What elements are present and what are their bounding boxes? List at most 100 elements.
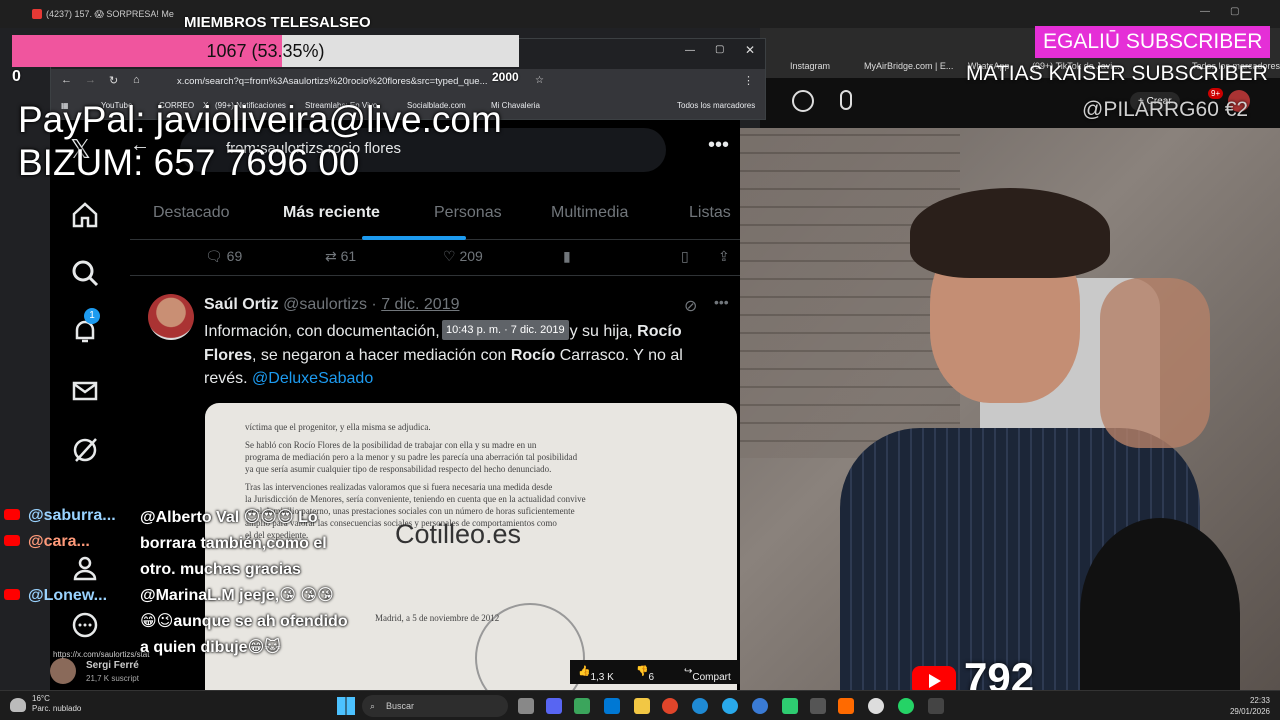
tab-personas[interactable]: Personas [434,204,502,222]
like-button[interactable]: ♡ 209 [443,248,483,265]
weather-icon [10,698,26,712]
chrome-icon[interactable] [662,698,678,714]
tab-mas-reciente[interactable]: Más reciente [283,204,380,222]
whatsapp-icon[interactable] [898,698,914,714]
notifications-icon[interactable]: 1 [70,308,100,346]
like-count: 209 [459,248,483,264]
bookmark-icon[interactable]: ▯ [681,248,689,265]
chat-usernames: @saburra... @cara... @Lonew... [0,505,130,620]
author-avatar[interactable] [148,294,194,340]
forward-icon[interactable]: → [85,74,96,86]
tab-listas[interactable]: Listas [689,204,731,222]
bizum-line: BIZUM: 657 7696 00 [18,142,360,183]
channel-avatar[interactable] [50,658,76,684]
telegram-icon[interactable] [722,698,738,714]
notification-badge: 1 [84,308,100,324]
tweet-date[interactable]: 7 dic. 2019 [381,296,459,313]
browser-icon[interactable] [752,698,768,714]
mention-link[interactable]: @DeluxeSabado [252,370,373,387]
channel-name[interactable]: Sergi Ferré [86,660,139,671]
obs-icon[interactable] [782,698,798,714]
app-icon[interactable] [810,698,826,714]
subscriber-alert: MATIAS KAISER SUBSCRIBER [966,62,1268,85]
tweet-text-part: , se negaron a hacer mediación con [252,346,511,364]
chat-username: @cara... [28,533,90,550]
chat-username: @Lonew... [28,587,108,604]
tweet-more-icon[interactable]: ••• [714,294,729,310]
video-reactions: 👍 1,3 K 👎 6 ↪ Compart [570,660,740,684]
reload-icon[interactable]: ↻ [109,74,118,87]
tweet-text-bold: Rocío [510,346,556,364]
search-placeholder: Buscar [386,701,415,711]
close-icon[interactable]: ✕ [745,43,755,57]
channel-subs: 21,7 K suscript [86,674,139,683]
microphone-icon[interactable] [840,90,852,110]
weather-widget[interactable]: 16°C Parc. nublado [32,694,81,714]
edge-icon[interactable] [692,698,708,714]
video-dislike-count: 6 [648,672,655,683]
app-icon[interactable] [928,698,944,714]
author-name[interactable]: Saúl Ortiz [204,296,279,313]
star-icon[interactable]: ☆ [535,75,544,86]
retweet-count: 61 [340,248,357,264]
menu-icon[interactable]: ⋮ [743,74,754,87]
tip-alert: @PILARRG60 €2 [1082,98,1249,121]
share-icon[interactable]: ⇪ [718,248,730,265]
search-icon[interactable] [792,90,814,112]
outlook-icon[interactable] [604,698,620,714]
app-icon[interactable] [868,698,884,714]
maximize-icon[interactable]: ▢ [715,44,724,55]
weather-desc: Parc. nublado [32,704,82,713]
dislike-video-button[interactable]: 👎 6 [636,666,654,683]
streamer-hand [1100,278,1210,448]
home-icon[interactable]: ⌂ [133,74,140,86]
clock-date: 29/01/2026 [1229,707,1270,716]
youtube-icon [4,535,20,546]
home-icon[interactable] [70,200,100,230]
reply-button[interactable]: 🗨 69 [205,248,242,265]
outer-minimize-icon[interactable]: — [1200,6,1210,17]
app-icon[interactable] [838,698,854,714]
goal-progress-text: 1067 (53.35%) [206,41,325,61]
bookmark-instagram[interactable]: Instagram [790,61,830,71]
goal-min: 0 [12,68,21,85]
taskbar-search[interactable]: ⌕ Buscar [362,695,508,717]
tab-destacado[interactable]: Destacado [153,204,230,222]
system-clock[interactable]: 22:33 29/01/2026 [1220,695,1270,717]
grok-explain-icon[interactable]: ⊘ [684,296,697,316]
tab-multimedia[interactable]: Multimedia [551,204,628,222]
file-explorer-icon[interactable] [634,698,650,714]
windows-start-icon[interactable] [337,697,355,715]
share-label: Compart [692,672,731,683]
bookmark-all-markers[interactable]: Todos los marcadores [677,101,755,110]
retweet-button[interactable]: ⇄ 61 [325,248,356,265]
discord-icon[interactable] [546,698,562,714]
minimize-icon[interactable]: — [685,45,695,56]
previous-tweet-actions: 🗨 69 ⇄ 61 ♡ 209 ▮ ▯ ⇪ [130,240,740,276]
like-video-button[interactable]: 👍 1,3 K [578,666,614,683]
outer-tab-youtube[interactable]: (4237) 157. 😱 SORPRESA! Me [28,4,178,24]
channel-info: Sergi Ferré 21,7 K suscript https://x.co… [50,650,250,690]
views-icon[interactable]: ▮ [563,248,571,265]
reply-count: 69 [226,248,243,264]
video-like-count: 1,3 K [590,672,614,683]
more-options-icon[interactable]: ••• [708,134,729,157]
doc-line: la Jurisdicción de Menores, sería conven… [245,494,586,504]
author-handle[interactable]: @saulortizs [283,296,367,313]
explore-icon[interactable] [70,258,100,288]
goal-title: MIEMBROS TELESALSEO [184,14,371,31]
youtube-icon [4,589,20,600]
back-icon[interactable]: ← [61,74,72,86]
messages-icon[interactable] [70,376,100,406]
date-tooltip: 10:43 p. m. · 7 dic. 2019 [442,320,569,340]
share-video-button[interactable]: ↪ Compart [684,666,731,683]
grok-icon[interactable] [70,435,100,465]
task-view-icon[interactable] [518,698,534,714]
bookmark-myairbridge[interactable]: MyAirBridge.com | E... [864,61,953,71]
app-icon[interactable] [574,698,590,714]
document-footer: Madrid, a 5 de noviembre de 2012 [375,613,500,623]
youtube-icon [32,9,42,19]
taskbar: 16°C Parc. nublado ⌕ Buscar 22:33 29/01/… [0,690,1280,720]
outer-maximize-icon[interactable]: ▢ [1230,6,1239,17]
paypal-line: PayPal: javioliveira@live.com [18,99,502,140]
